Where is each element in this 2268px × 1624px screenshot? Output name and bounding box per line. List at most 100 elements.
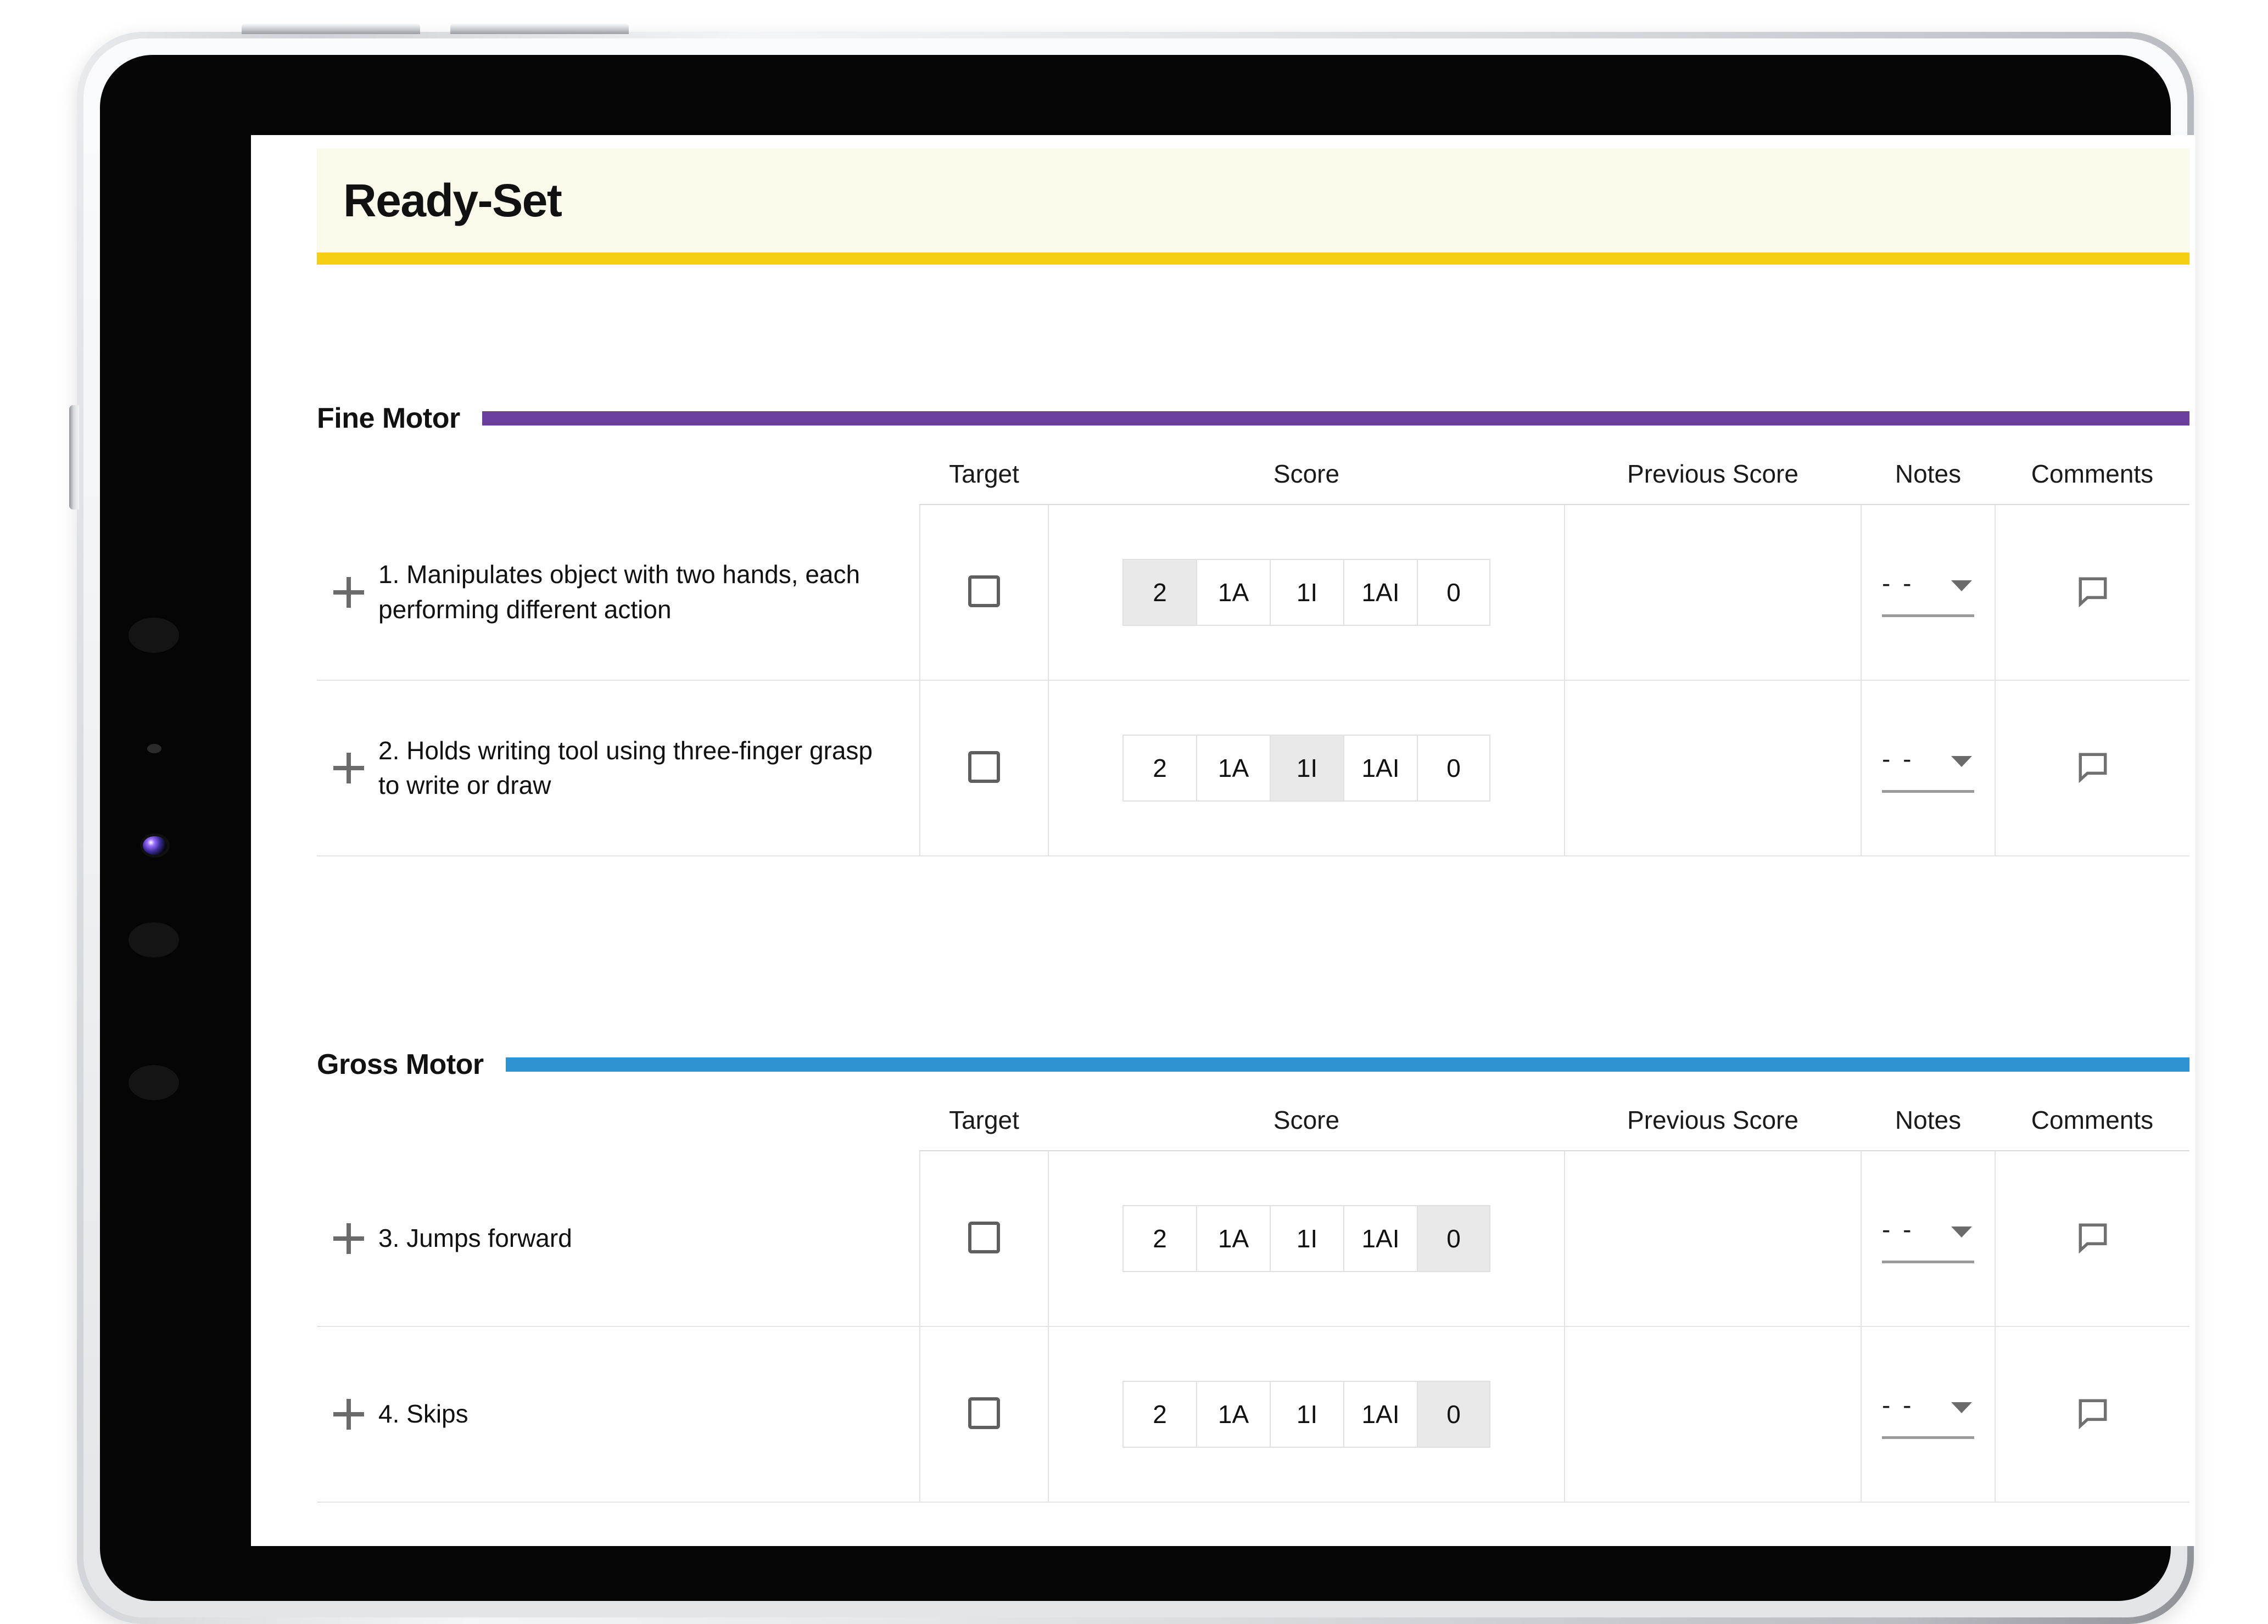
target-cell: [920, 505, 1049, 681]
section-title: Gross Motor: [317, 1049, 484, 1080]
score-option-2[interactable]: 2: [1122, 1381, 1196, 1448]
table-row: 1. Manipulates object with two hands, ea…: [317, 505, 2189, 681]
assessment-item-label: 1. Manipulates object with two hands, ea…: [378, 560, 861, 624]
comments-cell: [1995, 680, 2189, 856]
comment-bubble-icon[interactable]: [2076, 574, 2110, 611]
plus-icon[interactable]: [333, 1223, 364, 1254]
column-header-score: Score: [1048, 1105, 1565, 1151]
score-option-group: 2 1A 1I 1AI 0: [1049, 559, 1564, 626]
comment-bubble-icon[interactable]: [2076, 1220, 2110, 1257]
comment-bubble-icon[interactable]: [2076, 1396, 2110, 1433]
tablet-screen: Ready-Set Fine Motor Target Score Previous …: [251, 135, 2195, 1546]
score-option-2[interactable]: 2: [1122, 735, 1196, 802]
plus-icon[interactable]: [333, 1399, 364, 1430]
assessment-item-cell: 3. Jumps forward: [317, 1151, 920, 1327]
score-option-group: 2 1A 1I 1AI 0: [1049, 1381, 1564, 1448]
section-gross-motor: Gross Motor Target Score Previous Score Note…: [317, 1049, 2189, 1503]
column-header-comments: Comments: [1995, 1105, 2189, 1151]
score-option-1I[interactable]: 1I: [1270, 1381, 1343, 1448]
assessment-item-label: 4. Skips: [378, 1399, 468, 1429]
section-title: Fine Motor: [317, 402, 460, 434]
score-option-1AI[interactable]: 1AI: [1343, 559, 1417, 626]
notes-dropdown[interactable]: - -: [1882, 1390, 1974, 1439]
notes-dropdown[interactable]: - -: [1882, 744, 1974, 793]
front-camera-icon: [143, 836, 167, 855]
plus-icon[interactable]: [333, 576, 364, 608]
notes-dropdown-value: - -: [1882, 1214, 1914, 1244]
score-option-1A[interactable]: 1A: [1196, 1205, 1270, 1272]
volume-up-button[interactable]: [242, 23, 420, 34]
score-option-1AI[interactable]: 1AI: [1343, 1381, 1417, 1448]
table-header-row: Target Score Previous Score Notes Comments: [317, 1105, 2189, 1151]
speaker-grille-top: [129, 618, 179, 653]
score-option-0[interactable]: 0: [1417, 559, 1490, 626]
column-header-target: Target: [920, 1105, 1048, 1151]
score-cell: 2 1A 1I 1AI 0: [1048, 1151, 1565, 1327]
score-option-0[interactable]: 0: [1417, 1381, 1490, 1448]
score-option-2[interactable]: 2: [1122, 1205, 1196, 1272]
score-option-1I[interactable]: 1I: [1270, 559, 1343, 626]
score-option-1A[interactable]: 1A: [1196, 735, 1270, 802]
score-option-1I[interactable]: 1I: [1270, 735, 1343, 802]
score-option-0[interactable]: 0: [1417, 735, 1490, 802]
device-screen-bezel: Ready-Set Fine Motor Target Score Previous …: [100, 55, 2195, 1601]
target-cell: [920, 1151, 1049, 1327]
microphone-hole: [147, 744, 161, 753]
section-heading: Fine Motor: [317, 402, 2189, 434]
target-checkbox[interactable]: [968, 1221, 1000, 1253]
previous-score-cell: [1565, 680, 1862, 856]
target-checkbox[interactable]: [968, 751, 1000, 783]
notes-cell: - -: [1861, 680, 1996, 856]
column-header-comments: Comments: [1995, 459, 2189, 505]
column-header-score: Score: [1048, 459, 1565, 505]
notes-cell: - -: [1861, 1326, 1996, 1503]
previous-score-cell: [1565, 1151, 1862, 1327]
column-header-notes: Notes: [1861, 1105, 1995, 1151]
chevron-down-icon: [1951, 1226, 1972, 1237]
previous-score-cell: [1565, 505, 1862, 681]
score-option-2[interactable]: 2: [1122, 559, 1196, 626]
speaker-grille-middle: [129, 922, 179, 957]
score-option-1AI[interactable]: 1AI: [1343, 735, 1417, 802]
target-checkbox[interactable]: [968, 575, 1000, 607]
score-cell: 2 1A 1I 1AI 0: [1048, 505, 1565, 681]
notes-dropdown[interactable]: - -: [1882, 568, 1974, 617]
notes-cell: - -: [1861, 505, 1996, 681]
table-row: 2. Holds writing tool using three-finger…: [317, 680, 2189, 856]
notes-dropdown[interactable]: - -: [1882, 1214, 1974, 1263]
target-checkbox[interactable]: [968, 1397, 1000, 1429]
comment-bubble-icon[interactable]: [2076, 750, 2110, 787]
comments-cell: [1995, 505, 2189, 681]
page-title: Ready-Set: [343, 174, 562, 226]
power-button[interactable]: [69, 405, 79, 509]
notes-dropdown-value: - -: [1882, 744, 1914, 773]
column-header-previous-score: Previous Score: [1565, 459, 1861, 505]
section-color-bar: [482, 411, 2189, 425]
score-cell: 2 1A 1I 1AI 0: [1048, 1326, 1565, 1503]
column-header-target: Target: [920, 459, 1048, 505]
column-header-item: [317, 1105, 920, 1151]
volume-down-button[interactable]: [450, 23, 629, 34]
score-option-group: 2 1A 1I 1AI 0: [1049, 735, 1564, 802]
assessment-item-cell: 2. Holds writing tool using three-finger…: [317, 680, 920, 856]
notes-cell: - -: [1861, 1151, 1996, 1327]
comments-cell: [1995, 1326, 2189, 1503]
score-cell: 2 1A 1I 1AI 0: [1048, 680, 1565, 856]
score-option-0[interactable]: 0: [1417, 1205, 1490, 1272]
chevron-down-icon: [1951, 580, 1972, 591]
section-fine-motor: Fine Motor Target Score Previous Score Notes…: [317, 402, 2189, 856]
notes-dropdown-value: - -: [1882, 568, 1914, 597]
score-option-1A[interactable]: 1A: [1196, 559, 1270, 626]
score-option-1I[interactable]: 1I: [1270, 1205, 1343, 1272]
column-header-item: [317, 459, 920, 505]
assessment-item-label: 3. Jumps forward: [378, 1223, 572, 1252]
tablet-device-frame: Ready-Set Fine Motor Target Score Previous …: [69, 23, 2195, 1624]
score-option-1AI[interactable]: 1AI: [1343, 1205, 1417, 1272]
target-cell: [920, 1326, 1049, 1503]
plus-icon[interactable]: [333, 753, 364, 783]
previous-score-cell: [1565, 1326, 1862, 1503]
assessment-item-label: 2. Holds writing tool using three-finger…: [378, 736, 873, 799]
score-option-1A[interactable]: 1A: [1196, 1381, 1270, 1448]
section-color-bar: [505, 1057, 2189, 1072]
comments-cell: [1995, 1151, 2189, 1327]
